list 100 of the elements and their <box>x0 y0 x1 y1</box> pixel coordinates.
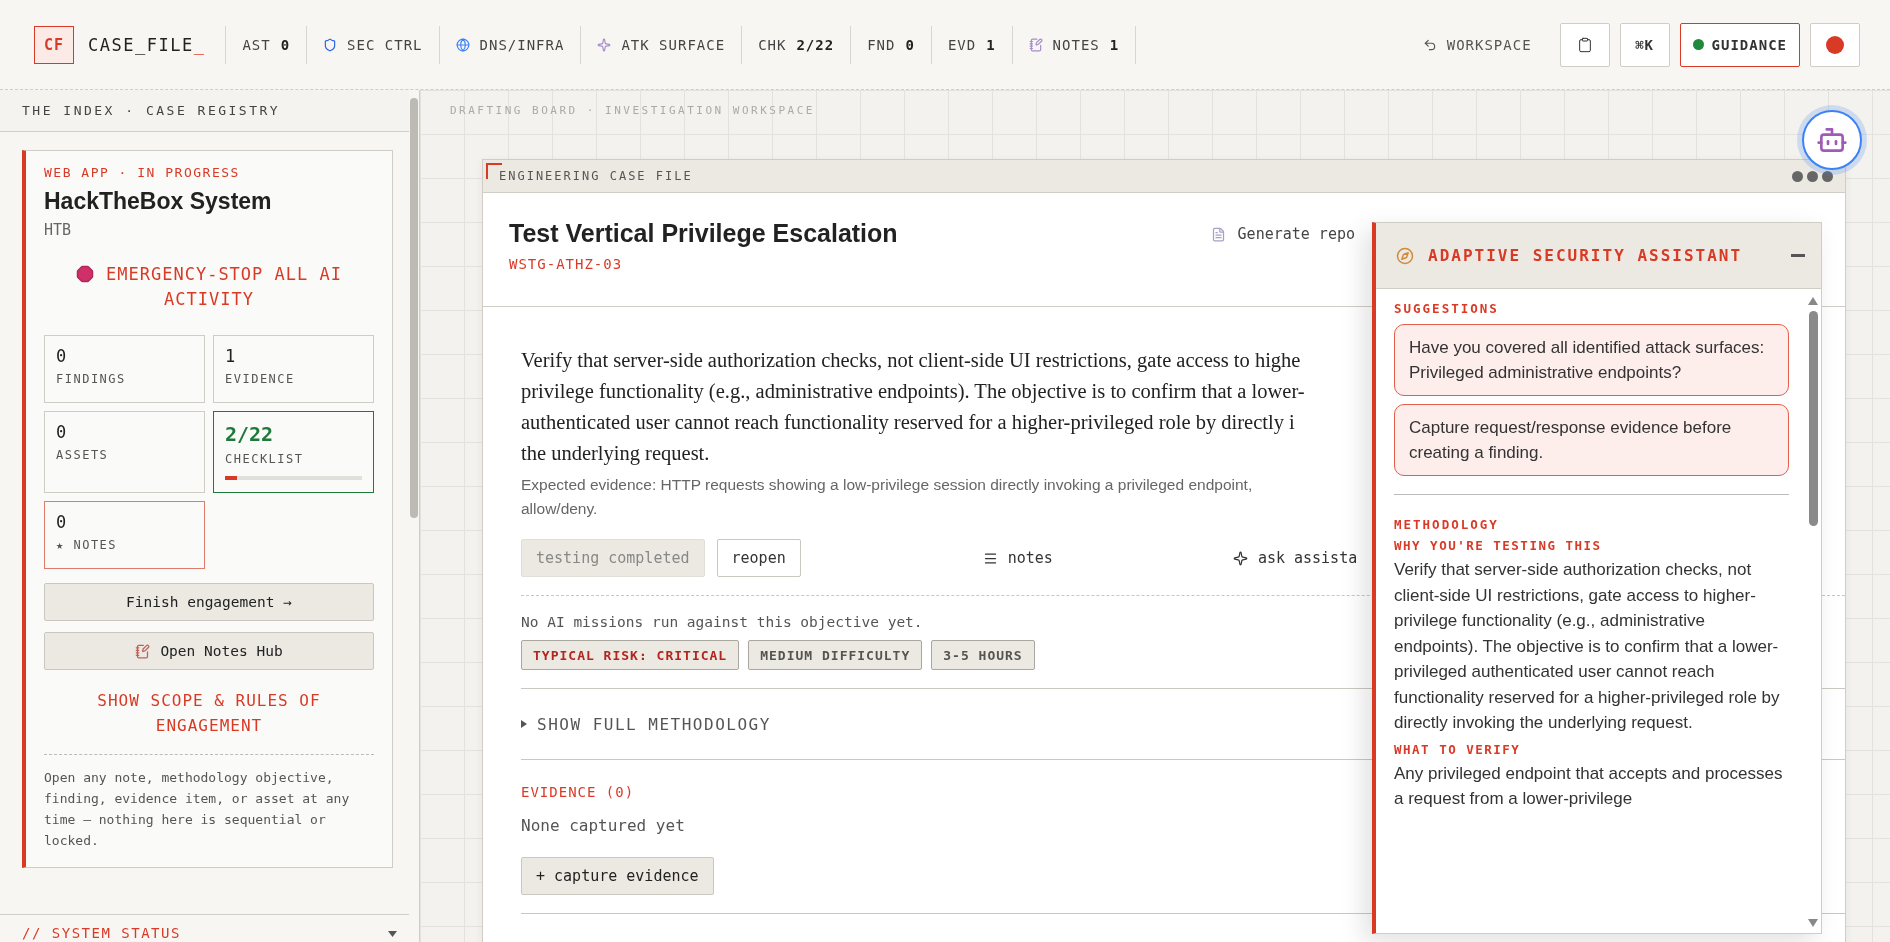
stat-tile[interactable]: 1 EVIDENCE <box>213 335 374 403</box>
scroll-up-icon[interactable] <box>1808 297 1818 305</box>
expected-evidence-text: Expected evidence: HTTP requests showing a low-privilege session directly invoking a privileged endpoint, <box>521 475 1253 495</box>
minimize-icon <box>1791 254 1805 257</box>
tag: TYPICAL RISK: CRITICAL <box>521 640 740 670</box>
stat-label: AST <box>242 36 271 53</box>
section-heading: WHY YOU'RE TESTING THIS <box>1394 538 1603 553</box>
assistant-bot-button[interactable] <box>1802 110 1862 170</box>
emergency-stop-button[interactable]: EMERGENCY-STOP ALL AI ACTIVITY <box>54 261 364 313</box>
tag: 3-5 HOURS <box>931 640 1035 670</box>
caret-icon <box>521 720 527 728</box>
document-icon <box>1210 226 1226 242</box>
suggestions-label: SUGGESTIONS <box>1394 301 1500 316</box>
expected-evidence-text: allow/deny. <box>521 499 598 519</box>
record-button[interactable] <box>1810 22 1860 67</box>
system-status-bar[interactable]: // SYSTEM STATUS <box>0 914 409 942</box>
clipboard-button[interactable] <box>1559 22 1610 67</box>
tile-value: 1 <box>225 346 237 366</box>
logo: CF <box>34 25 74 64</box>
action-link[interactable]: notes <box>982 549 1053 567</box>
objective-text: privilege functionality (e.g., administrative endpoints). The objective is to confirm that a lower- <box>521 379 1305 405</box>
stat-value: 1 <box>986 36 996 53</box>
sidebar-title: THE INDEX · CASE REGISTRY <box>0 90 409 132</box>
stat-value: 0 <box>905 36 915 53</box>
stat-tile[interactable]: 0 FINDINGS <box>44 335 205 403</box>
suggestion-card[interactable]: Capture request/response evidence before creating a finding. <box>1394 404 1789 476</box>
nav-link[interactable]: DNS/INFRA <box>479 36 565 53</box>
board-label: DRAFTING BOARD · INVESTIGATION WORKSPACE <box>450 104 816 117</box>
tile-value: 0 <box>56 512 68 532</box>
stat-value: 0 <box>280 36 291 53</box>
tile-value: 2/22 <box>225 422 275 446</box>
tile-value: 0 <box>56 346 68 366</box>
scrollbar-thumb[interactable] <box>410 98 418 518</box>
shortcut-button[interactable]: ⌘K <box>1619 22 1670 67</box>
guidance-button[interactable]: GUIDANCE <box>1679 22 1800 67</box>
compass-icon <box>1396 246 1414 265</box>
stat-tile[interactable]: 0 ASSETS <box>44 411 205 493</box>
section-text: Verify that server-side authorization checks, not client-side UI restrictions, gate access to higher-privilege functionality (e.g., administrative endpoints). The objective is to confirm that a lower-privileged authenticated user cannot reach functionality reserved for a higher-privileged role by directly invoking the underlying request. <box>1394 559 1781 734</box>
methodology-toggle[interactable]: SHOW FULL METHODOLOGY <box>521 689 771 759</box>
scope-link[interactable]: SHOW SCOPE & RULES OF ENGAGEMENT <box>44 688 374 738</box>
section-heading: WHAT TO VERIFY <box>1394 741 1522 757</box>
window-dot[interactable] <box>1822 171 1833 182</box>
stat-label: EVD <box>947 36 977 53</box>
objective-title: Test Vertical Privilege Escalation <box>509 219 898 248</box>
sparkle-icon <box>1232 550 1248 566</box>
scrollbar-thumb[interactable] <box>1808 311 1818 526</box>
undo-icon <box>1422 37 1437 52</box>
case-meta: WEB APP · IN PROGRESS <box>44 165 241 180</box>
nav-icon[interactable] <box>323 37 338 52</box>
notes-hub-button[interactable]: Open Notes Hub <box>44 632 374 670</box>
tile-label: FINDINGS <box>56 372 127 386</box>
tile-label: CHECKLIST <box>225 452 305 466</box>
assistant-title: ADAPTIVE SECURITY ASSISTANT <box>1428 246 1744 265</box>
tag: MEDIUM DIFFICULTY <box>748 640 923 670</box>
nav-link[interactable]: ATK SURFACE <box>621 36 726 53</box>
case-name: HackTheBox System <box>44 188 273 215</box>
stat-value: 2/22 <box>796 36 835 53</box>
help-text: Open any note, methodology objective, finding, evidence item, or asset at any time — nothing here is sequential or locked. <box>44 769 351 850</box>
notepad-icon <box>135 643 151 659</box>
objective-code: WSTG-ATHZ-03 <box>509 256 624 272</box>
methodology-label: METHODOLOGY <box>1394 517 1500 532</box>
generate-report-link[interactable]: Generate repo <box>1210 219 1355 249</box>
caret-icon <box>388 931 397 937</box>
card-header: ENGINEERING CASE FILE <box>483 160 1845 193</box>
stat-label: CHK <box>758 36 787 53</box>
evidence-empty-text: None captured yet <box>521 816 685 835</box>
case-code: HTB <box>44 221 73 239</box>
tile-label: ASSETS <box>56 448 110 462</box>
scroll-down-icon[interactable] <box>1808 919 1818 927</box>
clipboard-icon <box>1576 36 1593 53</box>
corner-mark <box>486 163 502 179</box>
menu-icon <box>982 550 998 566</box>
nav-icon[interactable] <box>597 37 612 52</box>
window-dot[interactable] <box>1807 171 1818 182</box>
action-link[interactable]: ask assista <box>1232 549 1358 567</box>
window-dot[interactable] <box>1792 171 1803 182</box>
nav-link[interactable]: NOTES <box>1052 36 1100 53</box>
finish-button[interactable]: Finish engagement → <box>44 583 374 621</box>
evidence-title: EVIDENCE (0) <box>521 784 635 800</box>
objective-text: the underlying request. <box>521 441 710 467</box>
stat-tile[interactable]: 0 ★ NOTES <box>44 501 205 569</box>
action-button[interactable]: reopen <box>716 539 801 577</box>
stop-icon <box>76 265 95 283</box>
tile-label: ★ NOTES <box>56 538 119 552</box>
nav-icon[interactable] <box>1028 37 1043 52</box>
stat-label: FND <box>867 36 896 53</box>
nav-link[interactable]: SEC CTRL <box>347 36 423 53</box>
tile-label: EVIDENCE <box>225 372 296 386</box>
suggestion-card[interactable]: Have you covered all identified attack surfaces: Privileged administrative endpoints? <box>1394 324 1789 396</box>
stat-value: 1 <box>1109 36 1120 53</box>
objective-text: authenticated user cannot reach functionality reserved for a higher-privileged role by directly i <box>521 410 1295 436</box>
missions-text: No AI missions run against this objective yet. <box>521 614 923 630</box>
section-text: Any privileged endpoint that accepts and processes a request from a lower-privilege <box>1394 762 1784 810</box>
workspace-link[interactable]: WORKSPACE <box>1422 36 1532 53</box>
tile-value: 0 <box>56 422 68 442</box>
capture-evidence-button[interactable]: + capture evidence <box>521 857 714 895</box>
brand-name: CASE_FILE_ <box>88 34 206 55</box>
stat-tile[interactable]: 2/22 CHECKLIST <box>213 411 374 493</box>
nav-icon[interactable] <box>455 37 470 52</box>
objective-text: Verify that server-side authorization checks, not client-side UI restrictions, gate access to highe <box>521 348 1301 374</box>
